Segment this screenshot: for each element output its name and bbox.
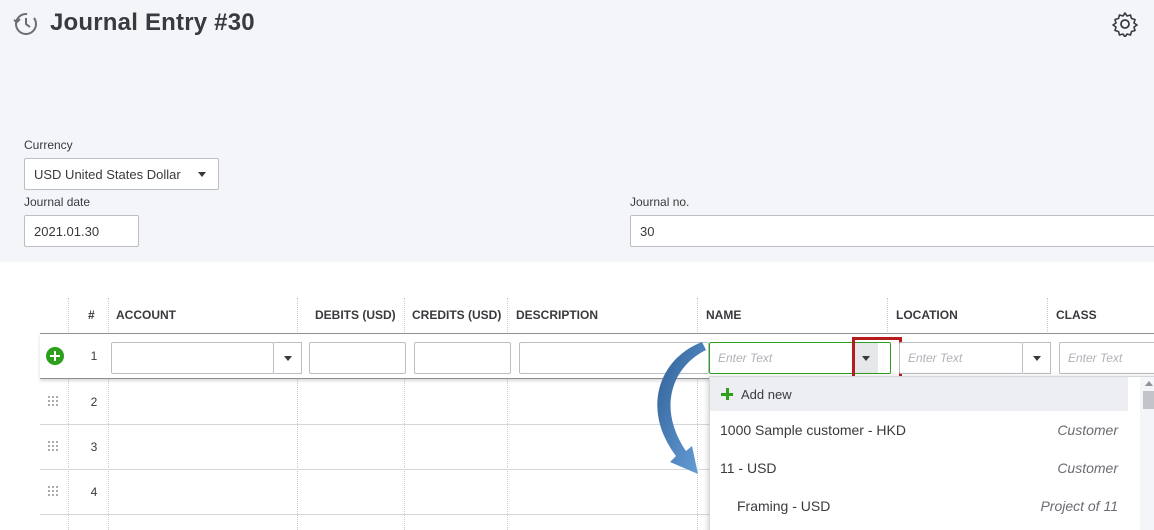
dropdown-option[interactable]: 1000 Sample customer - HKD Customer (710, 411, 1128, 449)
option-type: Customer (1057, 422, 1118, 438)
curved-arrow-annotation (657, 342, 706, 474)
col-header-credits: CREDITS (USD) (412, 308, 502, 322)
class-input[interactable]: Enter Text (1059, 342, 1154, 374)
col-header-class: CLASS (1056, 308, 1097, 322)
col-header-location: LOCATION (896, 308, 958, 322)
debits-input[interactable] (309, 342, 406, 374)
row-number: 1 (90, 349, 98, 363)
col-header-account: ACCOUNT (116, 308, 176, 322)
journal-no-input[interactable]: 30 (630, 215, 1154, 247)
scroll-up-icon[interactable] (1145, 381, 1153, 386)
add-new-option[interactable]: Add new (710, 377, 1128, 411)
drag-handle-icon[interactable] (48, 486, 58, 496)
dropdown-option[interactable]: 11 - USD Customer (710, 449, 1128, 487)
scrollbar-thumb[interactable] (1143, 391, 1154, 409)
currency-value: USD United States Dollar (34, 166, 181, 182)
chevron-down-icon (198, 172, 206, 177)
row-number: 4 (90, 485, 98, 499)
journal-date-input[interactable]: 2021.01.30 (24, 215, 139, 247)
account-dropdown-button[interactable] (274, 342, 302, 374)
highlight-annotation (852, 337, 902, 379)
option-type: Customer (1057, 460, 1118, 476)
location-dropdown-button[interactable] (1023, 342, 1051, 374)
col-header-debits: DEBITS (USD) (315, 308, 396, 322)
option-name: 1000 Sample customer - HKD (720, 422, 906, 438)
option-type: Project of 11 (1040, 498, 1118, 514)
currency-select[interactable]: USD United States Dollar (24, 158, 219, 190)
option-name: 11 - USD (720, 460, 777, 476)
col-header-name: NAME (706, 308, 742, 322)
plus-icon (721, 388, 733, 400)
add-line-button[interactable] (46, 347, 64, 365)
col-header-description: DESCRIPTION (516, 308, 599, 322)
location-input[interactable]: Enter Text (899, 342, 1023, 374)
option-name: Framing - USD (737, 498, 831, 514)
row-number: 3 (90, 440, 98, 454)
drag-handle-icon[interactable] (48, 396, 58, 406)
journal-lines-table: # ACCOUNT DEBITS (USD) CREDITS (USD) DES… (40, 298, 1154, 530)
add-new-label: Add new (741, 386, 792, 402)
gear-icon[interactable] (1112, 11, 1138, 37)
dropdown-scrollbar[interactable] (1140, 377, 1154, 530)
journal-no-label: Journal no. (630, 195, 690, 209)
page-title: Journal Entry #30 (50, 9, 255, 36)
journal-date-label: Journal date (24, 195, 91, 209)
row-number: 2 (90, 395, 98, 409)
account-input[interactable] (111, 342, 274, 374)
col-header-number: # (88, 308, 95, 322)
dropdown-option[interactable]: Framing - USD Project of 11 (710, 487, 1128, 525)
history-clock-icon[interactable] (12, 10, 40, 38)
name-dropdown-menu: Add new 1000 Sample customer - HKD Custo… (709, 376, 1154, 530)
header-panel: Journal Entry #30 Currency USD United St… (0, 0, 1154, 262)
drag-handle-icon[interactable] (48, 441, 58, 451)
credits-input[interactable] (414, 342, 511, 374)
currency-label: Currency (24, 138, 73, 152)
